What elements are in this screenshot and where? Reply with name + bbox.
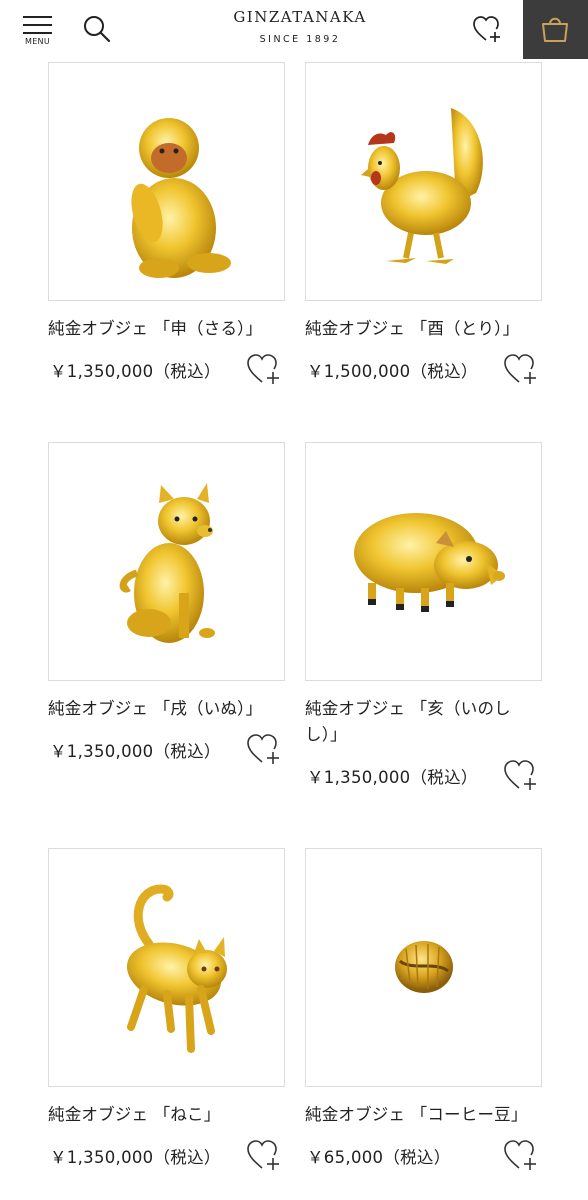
add-to-wishlist-button[interactable] <box>503 1138 541 1172</box>
product-card[interactable]: 純金オブジェ 「ねこ」 ￥1,350,000（税込） <box>48 848 286 1174</box>
product-image[interactable] <box>305 442 542 681</box>
search-icon <box>84 16 111 43</box>
add-to-wishlist-button[interactable] <box>246 732 284 766</box>
product-card[interactable]: 純金オブジェ 「戌（いぬ）」 ￥1,350,000（税込） <box>48 442 286 768</box>
product-card[interactable]: 純金オブジェ 「亥（いのしし）」 ￥1,350,000（税込） <box>305 442 543 794</box>
add-to-wishlist-button[interactable] <box>503 352 541 386</box>
gold-dog-image <box>119 483 215 643</box>
product-name[interactable]: 純金オブジェ 「申（さる）」 <box>48 316 286 342</box>
product-name[interactable]: 純金オブジェ 「ねこ」 <box>48 1102 286 1128</box>
product-price: ￥1,350,000（税込） <box>50 742 221 761</box>
price-row: ￥1,350,000（税込） <box>305 758 543 794</box>
favorites-button[interactable] <box>472 14 504 44</box>
product-image[interactable] <box>48 62 285 301</box>
gold-monkey-image <box>131 118 231 278</box>
gold-coffee-bean-image <box>395 941 453 993</box>
gold-boar-image <box>354 513 505 612</box>
hamburger-icon-bar <box>23 32 52 34</box>
heart-plus-icon <box>504 760 536 790</box>
price-row: ￥1,350,000（税込） <box>48 1138 286 1174</box>
product-image[interactable] <box>48 848 285 1087</box>
product-card[interactable]: 純金オブジェ 「酉（とり）」 ￥1,500,000（税込） <box>305 62 543 388</box>
price-row: ￥1,350,000（税込） <box>48 352 286 388</box>
product-image[interactable] <box>48 442 285 681</box>
product-card[interactable]: 純金オブジェ 「コーヒー豆」 ￥65,000（税込） <box>305 848 543 1174</box>
brand-name: GINZATANAKA <box>233 8 367 26</box>
heart-plus-icon <box>473 16 500 42</box>
hamburger-icon <box>23 16 52 18</box>
menu-label: MENU <box>25 37 50 46</box>
heart-plus-icon <box>247 1140 279 1170</box>
product-name[interactable]: 純金オブジェ 「酉（とり）」 <box>305 316 543 342</box>
add-to-wishlist-button[interactable] <box>503 758 541 792</box>
product-price: ￥65,000（税込） <box>307 1148 451 1167</box>
product-name[interactable]: 純金オブジェ 「戌（いぬ）」 <box>48 696 286 722</box>
product-price: ￥1,350,000（税込） <box>307 768 478 787</box>
product-card[interactable]: 純金オブジェ 「申（さる）」 ￥1,350,000（税込） <box>48 62 286 388</box>
add-to-wishlist-button[interactable] <box>246 352 284 386</box>
product-image[interactable] <box>305 62 542 301</box>
add-to-wishlist-button[interactable] <box>246 1138 284 1172</box>
search-button[interactable] <box>82 14 112 44</box>
heart-plus-icon <box>247 734 279 764</box>
product-image[interactable] <box>305 848 542 1087</box>
heart-plus-icon <box>504 354 536 384</box>
product-name[interactable]: 純金オブジェ 「コーヒー豆」 <box>305 1102 543 1128</box>
gold-rooster-image <box>361 108 483 264</box>
price-row: ￥1,500,000（税込） <box>305 352 543 388</box>
menu-button[interactable]: MENU <box>22 14 54 48</box>
shopping-bag-icon <box>542 17 568 42</box>
site-header: MENU GINZATANAKA SINCE 1892 <box>0 0 588 60</box>
hamburger-icon-bar <box>23 24 52 26</box>
product-name[interactable]: 純金オブジェ 「亥（いのしし）」 <box>305 696 543 748</box>
cart-button[interactable] <box>523 0 588 59</box>
gold-cat-image <box>126 884 227 1053</box>
heart-plus-icon <box>504 1140 536 1170</box>
heart-plus-icon <box>247 354 279 384</box>
price-row: ￥1,350,000（税込） <box>48 732 286 768</box>
site-logo[interactable]: GINZATANAKA SINCE 1892 <box>200 8 400 45</box>
product-price: ￥1,350,000（税込） <box>50 1148 221 1167</box>
price-row: ￥65,000（税込） <box>305 1138 543 1174</box>
product-price: ￥1,500,000（税込） <box>307 362 478 381</box>
product-price: ￥1,350,000（税込） <box>50 362 221 381</box>
brand-since: SINCE 1892 <box>259 34 341 45</box>
